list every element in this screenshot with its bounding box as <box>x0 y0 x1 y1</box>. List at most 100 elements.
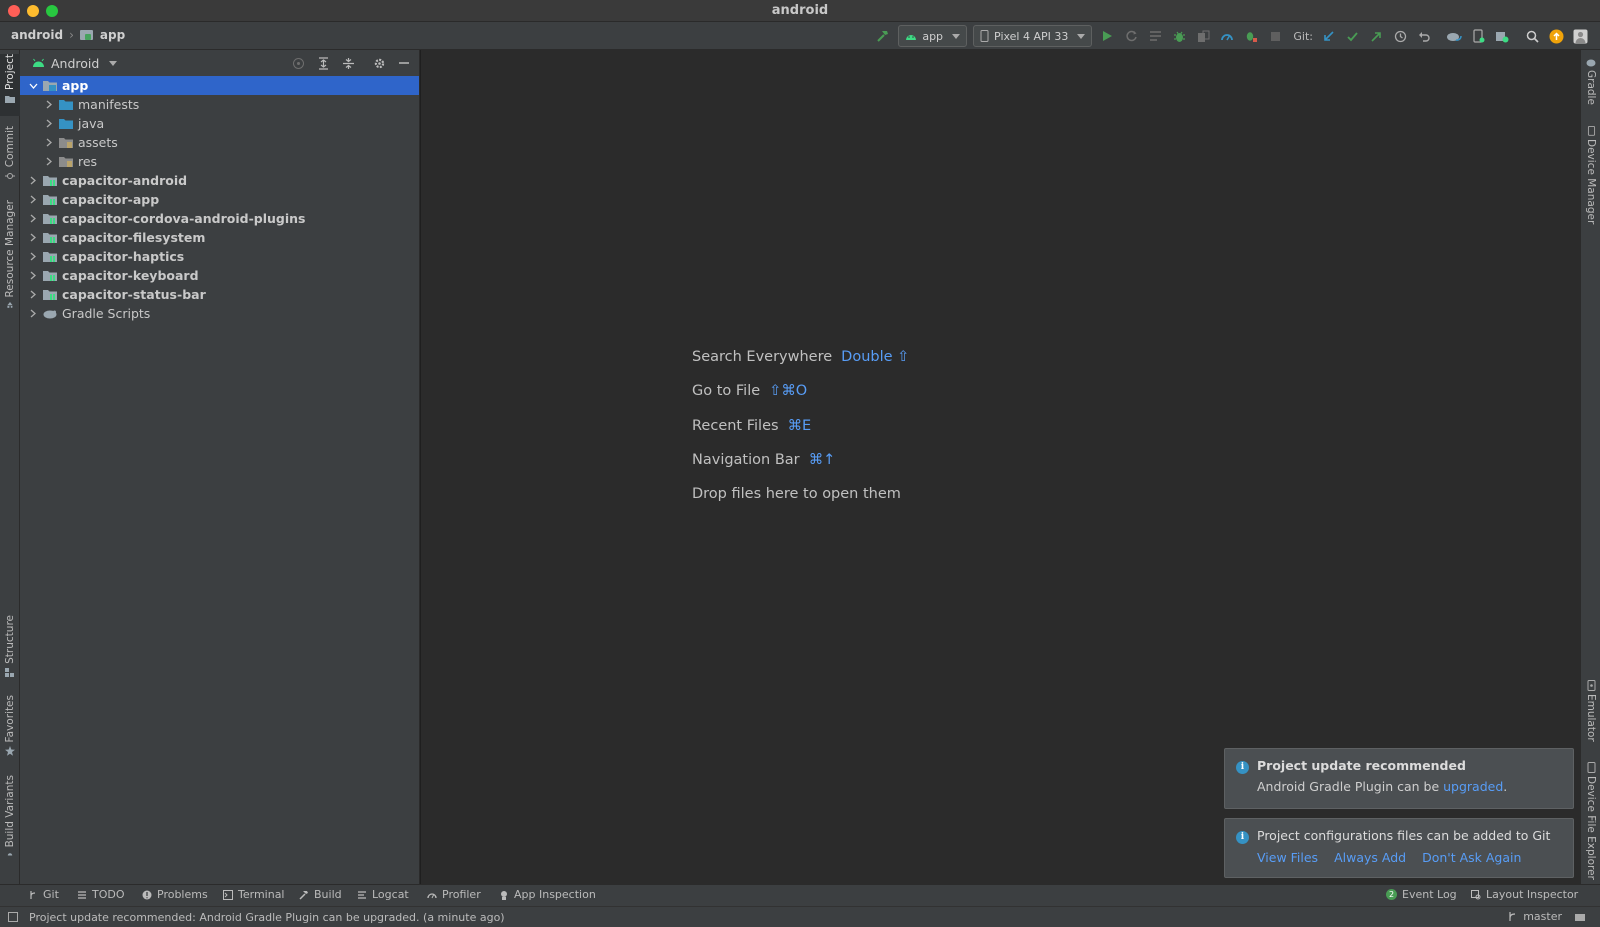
search-everywhere-button[interactable] <box>1520 24 1544 48</box>
tree-node[interactable]: capacitor-haptics <box>20 247 419 266</box>
ide-update-button[interactable] <box>1544 24 1568 48</box>
profile-button[interactable] <box>1191 24 1215 48</box>
tree-node[interactable]: capacitor-android <box>20 171 419 190</box>
logcat-icon <box>358 890 366 899</box>
profiler-button[interactable] <box>1215 24 1239 48</box>
tab-resource-manager[interactable]: Resource Manager <box>0 200 20 308</box>
tree-node-label: java <box>78 116 105 131</box>
tree-node[interactable]: java <box>20 114 419 133</box>
make-project-button[interactable] <box>871 24 895 48</box>
chevron-right-icon[interactable] <box>26 250 40 264</box>
chevron-right-icon[interactable] <box>42 136 56 150</box>
git-push-button[interactable] <box>1364 24 1388 48</box>
lock-icon[interactable] <box>1574 912 1586 922</box>
tab-todo[interactable]: TODO <box>77 888 125 901</box>
tree-node[interactable]: manifests <box>20 95 419 114</box>
expand-all-button[interactable] <box>312 52 334 74</box>
chevron-right-icon[interactable] <box>42 117 56 131</box>
tab-favorites[interactable]: Favorites <box>0 695 20 759</box>
select-opened-file-button[interactable] <box>287 52 309 74</box>
library-module-icon <box>42 231 58 245</box>
chevron-down-icon[interactable] <box>26 79 40 93</box>
account-button[interactable] <box>1568 24 1592 48</box>
tab-commit-label: Commit <box>4 126 16 168</box>
stop-button[interactable] <box>1263 24 1287 48</box>
apply-code-changes-button[interactable] <box>1143 24 1167 48</box>
chevron-right-icon[interactable] <box>42 155 56 169</box>
git-rollback-button[interactable] <box>1412 24 1436 48</box>
status-message[interactable]: Project update recommended: Android Grad… <box>29 911 505 924</box>
editor-hint-shortcut: ⌘↑ <box>808 452 836 469</box>
tree-node[interactable]: app <box>20 76 419 95</box>
tab-gradle[interactable]: Gradle <box>1581 58 1600 118</box>
git-commit-button[interactable] <box>1340 24 1364 48</box>
chevron-right-icon[interactable] <box>26 231 40 245</box>
upgrade-link[interactable]: upgraded <box>1443 779 1503 794</box>
tab-git[interactable]: Git <box>28 888 59 901</box>
git-update-button[interactable] <box>1316 24 1340 48</box>
tab-project[interactable]: Project <box>0 54 20 116</box>
tab-terminal[interactable]: Terminal <box>223 888 285 901</box>
tree-node[interactable]: Gradle Scripts <box>20 304 419 323</box>
breadcrumb-module[interactable]: app <box>100 28 125 42</box>
tab-structure[interactable]: Structure <box>0 615 20 679</box>
dont-ask-again-link[interactable]: Don't Ask Again <box>1422 850 1521 865</box>
device-manager-button[interactable] <box>1466 24 1490 48</box>
tab-build[interactable]: Build <box>299 888 342 901</box>
run-button[interactable] <box>1095 24 1119 48</box>
hide-panel-button[interactable] <box>393 52 415 74</box>
chevron-right-icon[interactable] <box>26 288 40 302</box>
android-icon <box>7 853 13 856</box>
tree-node[interactable]: capacitor-cordova-android-plugins <box>20 209 419 228</box>
tree-node[interactable]: capacitor-status-bar <box>20 285 419 304</box>
tab-build-variants[interactable]: Build Variants <box>0 775 20 857</box>
tab-app-inspection[interactable]: App Inspection <box>499 888 596 901</box>
chevron-down-icon <box>952 33 961 39</box>
tree-node[interactable]: res <box>20 152 419 171</box>
breadcrumb-root[interactable]: android <box>11 28 63 42</box>
chevron-down-icon <box>1077 33 1086 39</box>
notification-body-suffix: . <box>1503 779 1508 794</box>
chevron-down-icon[interactable] <box>109 60 118 66</box>
editor-hint-label: Search Everywhere <box>692 349 833 366</box>
chevron-right-icon[interactable] <box>42 98 56 112</box>
tab-problems[interactable]: Problems <box>142 888 208 901</box>
always-add-link[interactable]: Always Add <box>1334 850 1406 865</box>
tree-node[interactable]: capacitor-filesystem <box>20 228 419 247</box>
project-options-button[interactable] <box>368 52 390 74</box>
tab-commit[interactable]: Commit <box>0 126 20 186</box>
collapse-all-button[interactable] <box>337 52 359 74</box>
sdk-manager-button[interactable] <box>1490 24 1514 48</box>
tree-node[interactable]: assets <box>20 133 419 152</box>
notification-project-update: i Project update recommended Android Gra… <box>1224 748 1574 809</box>
run-config-selector[interactable]: app <box>898 25 968 47</box>
tab-emulator[interactable]: Emulator <box>1581 680 1600 746</box>
chevron-right-icon[interactable] <box>26 212 40 226</box>
chevron-right-icon[interactable] <box>26 269 40 283</box>
git-history-button[interactable] <box>1388 24 1412 48</box>
device-selector[interactable]: Pixel 4 API 33 <box>973 25 1093 47</box>
debug-button[interactable] <box>1167 24 1191 48</box>
editor-hint-label: Drop files here to open them <box>692 486 901 503</box>
apply-changes-restart-button[interactable] <box>1119 24 1143 48</box>
sync-gradle-button[interactable] <box>1442 24 1466 48</box>
tab-device-manager[interactable]: Device Manager <box>1581 126 1600 224</box>
toggle-tool-windows-icon[interactable] <box>8 912 18 922</box>
tab-device-file-explorer[interactable]: Device File Explorer <box>1581 762 1600 880</box>
tab-layout-inspector[interactable]: Layout Inspector <box>1471 888 1578 901</box>
window-title: android <box>771 3 829 18</box>
project-view-selector[interactable]: Android <box>51 56 99 71</box>
tab-logcat[interactable]: Logcat <box>357 888 409 901</box>
view-files-link[interactable]: View Files <box>1257 850 1318 865</box>
chevron-right-icon[interactable] <box>26 174 40 188</box>
git-branch-widget[interactable]: master <box>1523 910 1562 923</box>
attach-debugger-button[interactable] <box>1239 24 1263 48</box>
tab-event-log[interactable]: 2 Event Log <box>1386 888 1457 901</box>
chevron-right-icon[interactable] <box>26 307 40 321</box>
breadcrumb-separator-icon: › <box>69 28 74 42</box>
commit-icon <box>5 173 15 180</box>
tree-node[interactable]: capacitor-keyboard <box>20 266 419 285</box>
chevron-right-icon[interactable] <box>26 193 40 207</box>
tab-profiler[interactable]: Profiler <box>427 888 481 901</box>
tree-node[interactable]: capacitor-app <box>20 190 419 209</box>
